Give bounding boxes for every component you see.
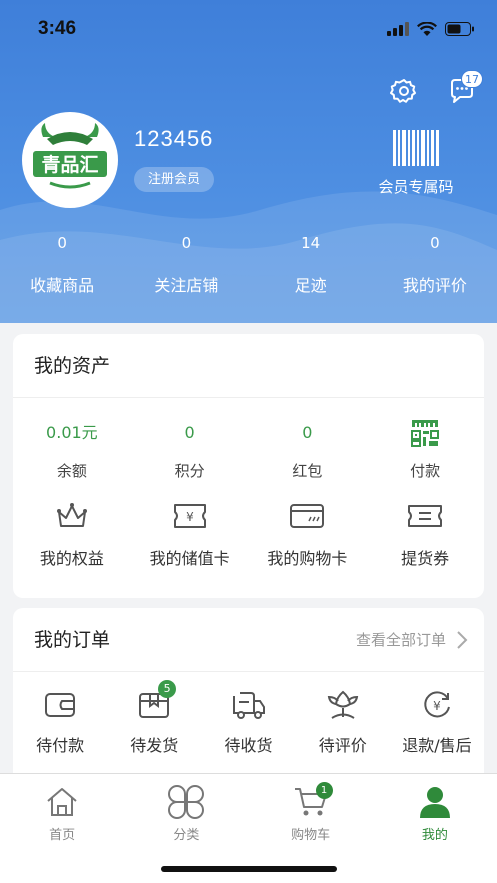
gear-icon bbox=[390, 79, 416, 103]
wifi-icon bbox=[417, 22, 437, 36]
refund-icon: ¥ bbox=[424, 691, 450, 718]
member-level-badge[interactable]: 注册会员 bbox=[134, 167, 215, 192]
store-logo-icon: 青品汇 bbox=[25, 115, 115, 205]
barcode-label: 会员专属码 bbox=[378, 178, 454, 196]
orders-card: 我的订单 查看全部订单 待付款 5 待发货 待收货 待评价 ¥ 退款/售后 bbox=[13, 608, 484, 774]
svg-text:¥: ¥ bbox=[186, 510, 194, 524]
status-bar: 3:46 bbox=[0, 0, 497, 60]
tab-label: 我的 bbox=[421, 828, 448, 843]
order-label: 待评价 bbox=[318, 736, 367, 755]
crown-icon bbox=[56, 503, 87, 527]
status-time: 3:46 bbox=[38, 18, 77, 39]
points-value: 0 bbox=[184, 423, 195, 442]
points-label: 积分 bbox=[174, 462, 205, 480]
assets-card: 我的资产 0.01元 余额 0 积分 0 红包 付款 我的权益 ¥ 我的储值卡 … bbox=[13, 334, 484, 598]
flower-icon bbox=[327, 690, 358, 719]
home-indicator bbox=[161, 866, 337, 872]
username: 123456 bbox=[134, 126, 214, 151]
stat-label: 关注店铺 bbox=[154, 276, 219, 295]
truck-icon bbox=[232, 692, 265, 719]
assets-items-row: 我的权益 ¥ 我的储值卡 我的购物卡 提货券 bbox=[13, 481, 484, 569]
stat-label: 足迹 bbox=[294, 276, 327, 295]
balance-value: 0.01元 bbox=[46, 423, 98, 442]
tab-home[interactable]: 首页 bbox=[0, 774, 124, 883]
svg-text:¥: ¥ bbox=[433, 699, 441, 713]
settings-button[interactable] bbox=[387, 74, 421, 108]
cellular-signal-icon bbox=[387, 22, 409, 36]
assets-values-row: 0.01元 余额 0 积分 0 红包 付款 bbox=[13, 398, 484, 481]
header-actions: 17 bbox=[387, 70, 483, 108]
view-all-orders-link[interactable]: 查看全部订单 bbox=[356, 608, 468, 672]
asset-balance[interactable]: 0.01元 余额 bbox=[13, 398, 131, 481]
home-icon bbox=[47, 788, 77, 816]
order-label: 待收货 bbox=[224, 736, 273, 755]
chevron-right-icon bbox=[457, 631, 468, 649]
shopping-card-label: 我的购物卡 bbox=[267, 549, 348, 568]
orders-row: 待付款 5 待发货 待收货 待评价 ¥ 退款/售后 bbox=[13, 672, 484, 756]
wallet-icon bbox=[45, 693, 76, 717]
tab-profile[interactable]: 我的 bbox=[373, 774, 497, 883]
asset-pay[interactable]: 付款 bbox=[366, 398, 484, 481]
stat-label: 收藏商品 bbox=[30, 276, 95, 295]
stat-followed-stores[interactable]: 0 关注店铺 bbox=[124, 230, 248, 296]
qr-code-icon bbox=[411, 420, 440, 447]
stat-value: 14 bbox=[301, 234, 321, 252]
profile-icon bbox=[419, 787, 450, 818]
order-label: 待发货 bbox=[130, 736, 179, 755]
asset-points[interactable]: 0 积分 bbox=[131, 398, 249, 481]
pay-icon-wrap bbox=[366, 418, 484, 448]
status-icons bbox=[387, 22, 475, 36]
pickup-coupon-item[interactable]: 提货券 bbox=[366, 481, 484, 569]
pickup-coupon-label: 提货券 bbox=[401, 549, 450, 568]
order-pending-review[interactable]: 待评价 bbox=[296, 672, 390, 756]
order-label: 退款/售后 bbox=[402, 736, 472, 755]
stored-value-card-item[interactable]: ¥ 我的储值卡 bbox=[131, 481, 249, 569]
shopping-card-item[interactable]: 我的购物卡 bbox=[249, 481, 367, 569]
card-icon bbox=[290, 504, 325, 528]
benefits-item[interactable]: 我的权益 bbox=[13, 481, 131, 569]
stat-value: 0 bbox=[430, 234, 440, 252]
pay-label: 付款 bbox=[410, 462, 441, 480]
category-icon bbox=[168, 785, 205, 819]
order-label: 待付款 bbox=[36, 736, 85, 755]
stat-reviews[interactable]: 0 我的评价 bbox=[373, 230, 497, 296]
avatar[interactable]: 青品汇 bbox=[22, 112, 118, 208]
assets-title: 我的资产 bbox=[13, 334, 484, 398]
red-packet-value: 0 bbox=[302, 423, 313, 442]
barcode-icon bbox=[393, 130, 439, 166]
view-all-label: 查看全部订单 bbox=[355, 631, 446, 649]
logo-text: 青品汇 bbox=[41, 154, 98, 176]
stats-row: 0 收藏商品 0 关注店铺 14 足迹 0 我的评价 bbox=[0, 230, 497, 296]
messages-button[interactable]: 17 bbox=[445, 70, 483, 108]
asset-red-packet[interactable]: 0 红包 bbox=[249, 398, 367, 481]
profile-header: 3:46 17 青品汇 123456 注册会员 会员专属码 0 收藏商品 0 关… bbox=[0, 0, 497, 323]
tab-label: 首页 bbox=[49, 828, 76, 843]
cart-count-badge: 1 bbox=[315, 782, 333, 799]
stat-value: 0 bbox=[181, 234, 192, 252]
orders-title-text: 我的订单 bbox=[34, 629, 111, 651]
order-pending-receipt[interactable]: 待收货 bbox=[201, 672, 295, 756]
order-pending-payment[interactable]: 待付款 bbox=[13, 672, 107, 756]
red-packet-label: 红包 bbox=[292, 462, 323, 480]
yuan-ticket-icon: ¥ bbox=[173, 504, 206, 528]
order-pending-shipment[interactable]: 5 待发货 bbox=[107, 672, 201, 756]
message-count-badge: 17 bbox=[461, 70, 483, 88]
tab-label: 分类 bbox=[173, 828, 200, 843]
tab-label: 购物车 bbox=[291, 828, 331, 843]
stat-value: 0 bbox=[57, 234, 67, 252]
order-refund-aftersale[interactable]: ¥ 退款/售后 bbox=[390, 672, 484, 756]
coupon-icon bbox=[408, 505, 443, 527]
stat-history[interactable]: 14 足迹 bbox=[249, 230, 373, 296]
benefits-label: 我的权益 bbox=[39, 549, 104, 568]
orders-title: 我的订单 查看全部订单 bbox=[13, 608, 484, 672]
shipment-count-badge: 5 bbox=[158, 680, 177, 698]
stored-value-card-label: 我的储值卡 bbox=[149, 549, 230, 568]
balance-label: 余额 bbox=[56, 462, 87, 480]
member-code-button[interactable]: 会员专属码 bbox=[369, 130, 463, 197]
battery-icon bbox=[445, 22, 474, 36]
stat-label: 我的评价 bbox=[402, 276, 467, 295]
stat-favorites[interactable]: 0 收藏商品 bbox=[0, 230, 124, 296]
